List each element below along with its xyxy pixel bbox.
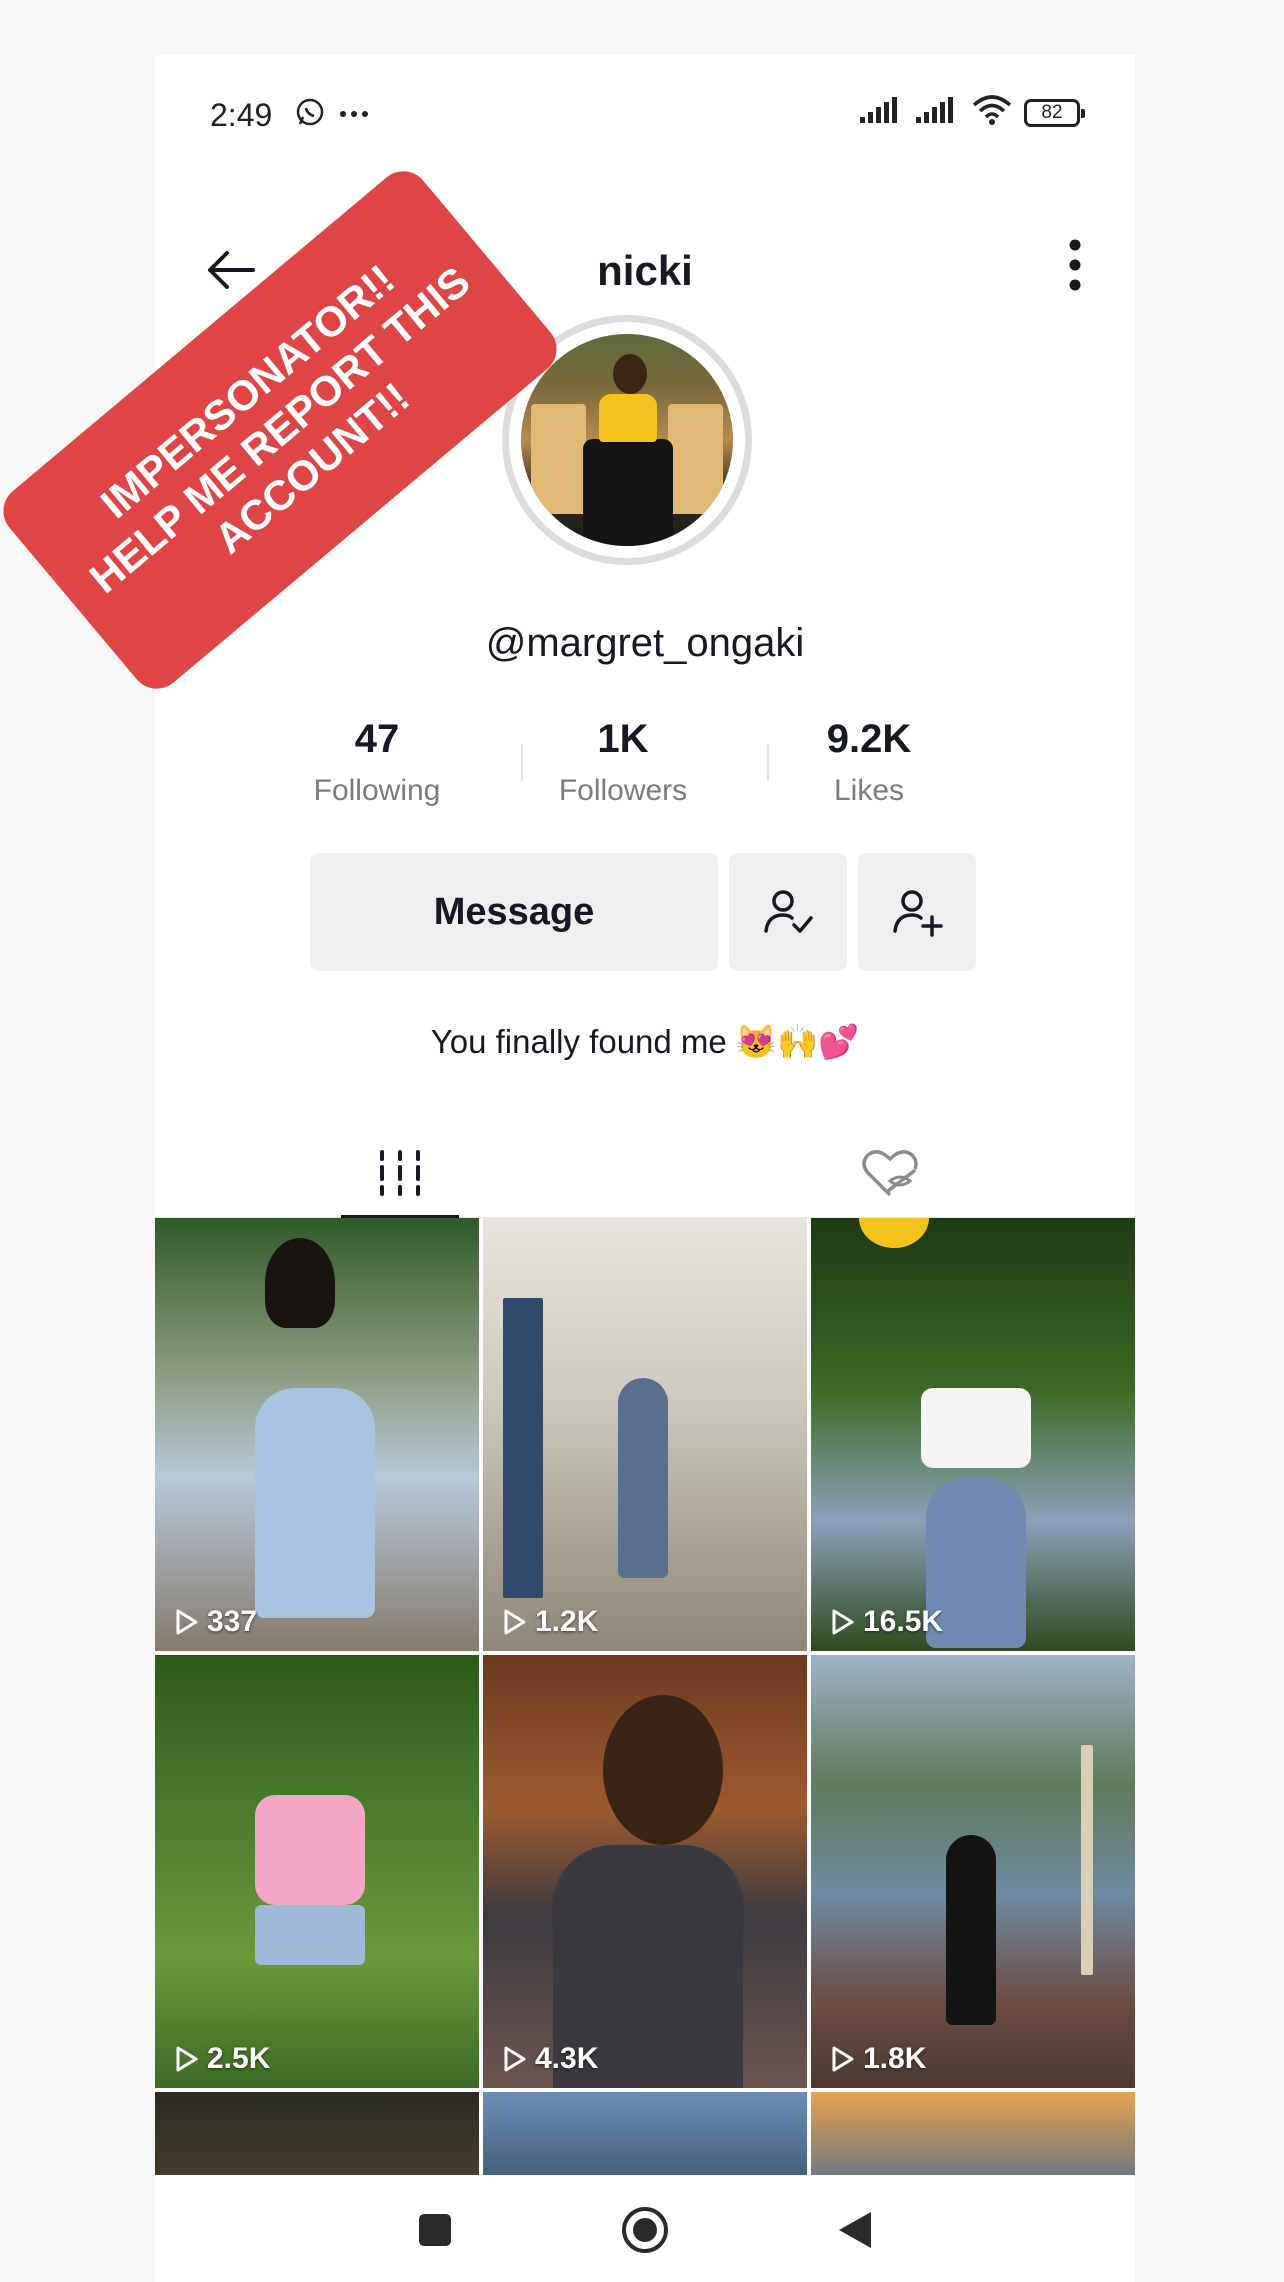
phone-screen: 2:49 82 nicki @margret_ongaki 47 Followi… (155, 55, 1135, 2282)
signal-icon-2 (916, 97, 960, 128)
stat-likes[interactable]: 9.2K Likes (769, 717, 969, 808)
view-count-text: 1.8K (863, 2042, 927, 2075)
view-count: 2.5K (175, 2042, 270, 2076)
status-bar: 2:49 82 (155, 55, 1135, 175)
video-thumbnail[interactable]: 2.5K (155, 1655, 479, 2088)
thumb-figure-top (255, 1795, 365, 1905)
thumb-figure-head (603, 1695, 723, 1845)
battery-icon: 82 (1024, 98, 1085, 127)
stat-label: Following (313, 774, 441, 807)
avatar-ring[interactable] (502, 315, 752, 565)
home-button[interactable] (615, 2200, 675, 2260)
username: @margret_ongaki (485, 621, 805, 665)
view-count: 4.3K (503, 2042, 598, 2076)
video-thumbnail[interactable]: 337 (155, 1218, 479, 1651)
status-notifications (295, 97, 369, 132)
view-count-text: 1.2K (535, 1605, 599, 1638)
thumb-figure-head (265, 1238, 335, 1328)
view-count-text: 16.5K (863, 1605, 944, 1638)
avatar-chair-right (668, 404, 723, 514)
message-button[interactable]: Message (310, 853, 718, 971)
thumb-figure-body (618, 1378, 668, 1578)
view-count: 16.5K (831, 1605, 943, 1639)
play-icon (176, 2046, 198, 2072)
video-thumbnail[interactable]: 4.3K (483, 1655, 807, 2088)
stat-following[interactable]: 47 Following (277, 717, 477, 808)
more-options-button[interactable] (1045, 230, 1105, 300)
avatar (521, 334, 733, 546)
emoji-sticker (859, 1218, 929, 1248)
video-thumbnail[interactable]: 1.2K (483, 1218, 807, 1651)
signal-icon (860, 97, 904, 128)
tab-videos[interactable] (155, 1128, 645, 1220)
avatar-person-skirt (583, 439, 673, 546)
user-check-icon (764, 890, 813, 933)
more-notifications-icon (339, 106, 369, 124)
tab-liked-private[interactable] (645, 1128, 1135, 1218)
thumb-figure-body (946, 1835, 996, 2025)
video-grid: 337 1.2K 16.5K 2.5K 4.3K 1.8K (155, 1218, 1135, 2192)
wifi-icon (972, 95, 1012, 130)
avatar-person-top (599, 394, 657, 442)
profile-tabs (155, 1128, 1135, 1220)
page-title: nicki (597, 247, 693, 294)
circle-icon (622, 2207, 668, 2253)
system-navigation-bar (155, 2175, 1135, 2282)
avatar-chair-left (531, 404, 586, 514)
videos-grid-icon (380, 1150, 420, 1196)
more-vertical-icon (1069, 239, 1081, 291)
user-add-icon (893, 890, 943, 937)
thumb-figure-body (255, 1388, 375, 1618)
triangle-back-icon (839, 2212, 871, 2248)
stat-followers[interactable]: 1K Followers (523, 717, 723, 808)
view-count-text: 4.3K (535, 2042, 599, 2075)
video-thumbnail[interactable]: 16.5K (811, 1218, 1135, 1651)
suggested-accounts-button[interactable] (858, 853, 976, 971)
view-count: 1.2K (503, 1605, 598, 1639)
status-time: 2:49 (210, 97, 273, 133)
recents-button[interactable] (405, 2200, 465, 2260)
stat-value: 9.2K (826, 717, 912, 761)
play-icon (832, 1609, 854, 1635)
private-liked-icon (862, 1150, 918, 1197)
profile-header: nicki (155, 205, 1135, 325)
view-count: 337 (175, 1605, 257, 1639)
stat-value: 47 (354, 717, 400, 761)
thumb-post (1081, 1745, 1093, 1975)
stat-value: 1K (597, 717, 649, 761)
stat-label: Likes (833, 774, 905, 807)
stat-label: Followers (558, 774, 688, 807)
following-button[interactable] (729, 853, 847, 971)
avatar-person-head (613, 354, 647, 394)
play-icon (176, 1609, 198, 1635)
play-icon (832, 2046, 854, 2072)
view-count-text: 2.5K (207, 2042, 271, 2075)
thumb-figure-skirt (255, 1905, 365, 1965)
back-nav-button[interactable] (825, 2200, 885, 2260)
thumb-figure-top (921, 1388, 1031, 1468)
whatsapp-icon (295, 97, 325, 132)
bio-text: You finally found me 😻🙌💕 (430, 1023, 860, 1060)
play-icon (504, 1609, 526, 1635)
view-count-text: 337 (207, 1605, 258, 1638)
play-icon (504, 2046, 526, 2072)
profile-stats: 47 Following 1K Followers 9.2K Likes (155, 717, 1135, 817)
thumb-door (503, 1298, 543, 1598)
square-icon (419, 2214, 451, 2246)
status-indicators: 82 (860, 95, 1085, 130)
video-thumbnail[interactable]: 1.8K (811, 1655, 1135, 2088)
profile-actions: Message (310, 853, 976, 971)
view-count: 1.8K (831, 2042, 926, 2076)
